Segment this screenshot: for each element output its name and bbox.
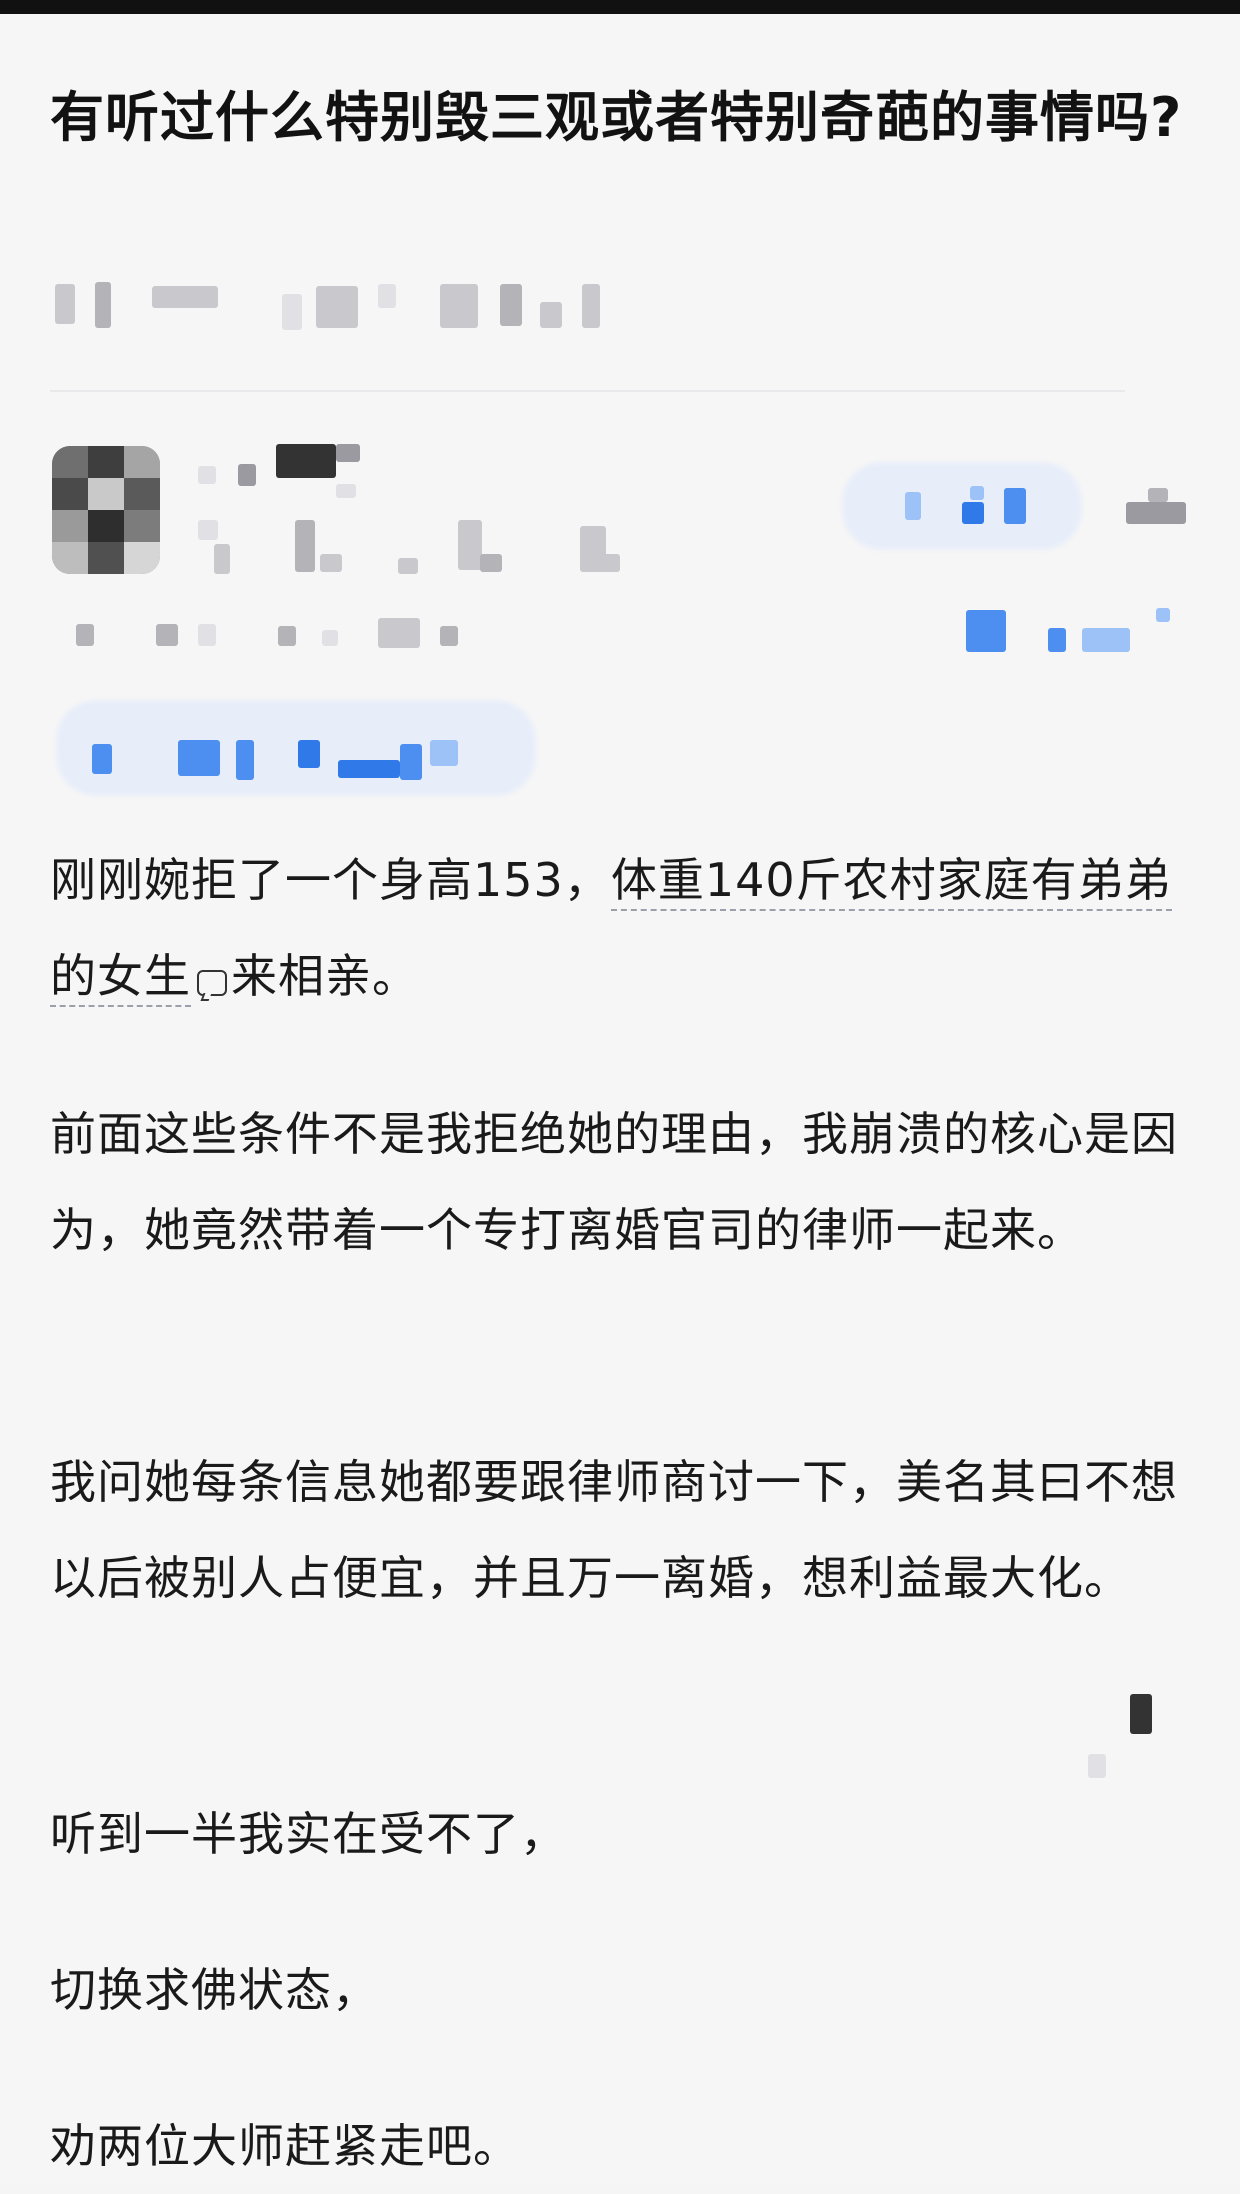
topic-tag[interactable]: [56, 700, 536, 796]
answer-text: 来相亲。: [231, 949, 419, 1003]
answer-paragraph-4: 听到一半我实在受不了，: [50, 1807, 567, 1861]
question-title[interactable]: 有听过什么特别毁三观或者特别奇葩的事情吗?: [50, 62, 1190, 174]
answer-paragraph-3: 我问她每条信息她都要跟律师商讨一下，美名其曰不想以后被别人占便宜，并且万一离婚，…: [50, 1455, 1178, 1605]
comment-bubble-icon[interactable]: [197, 970, 227, 996]
divider: [50, 390, 1125, 392]
answer-text: 刚刚婉拒了一个身高153，: [50, 853, 611, 907]
answer-page: 有听过什么特别毁三观或者特别奇葩的事情吗? 刚刚婉拒了一个身高153，体重140…: [0, 14, 1240, 2184]
answer-paragraph-6: 劝两位大师赶紧走吧。: [50, 2119, 520, 2173]
answer-paragraph-2: 前面这些条件不是我拒绝她的理由，我崩溃的核心是因为，她竟然带着一个专打离婚官司的…: [50, 1107, 1178, 1257]
status-bar: [0, 0, 1240, 14]
author-avatar[interactable]: [52, 446, 160, 574]
answer-paragraph-5: 切换求佛状态，: [50, 1963, 379, 2017]
answer-paragraph-1: 刚刚婉拒了一个身高153，体重140斤农村家庭有弟弟的女生 来相亲。: [50, 832, 1200, 1024]
